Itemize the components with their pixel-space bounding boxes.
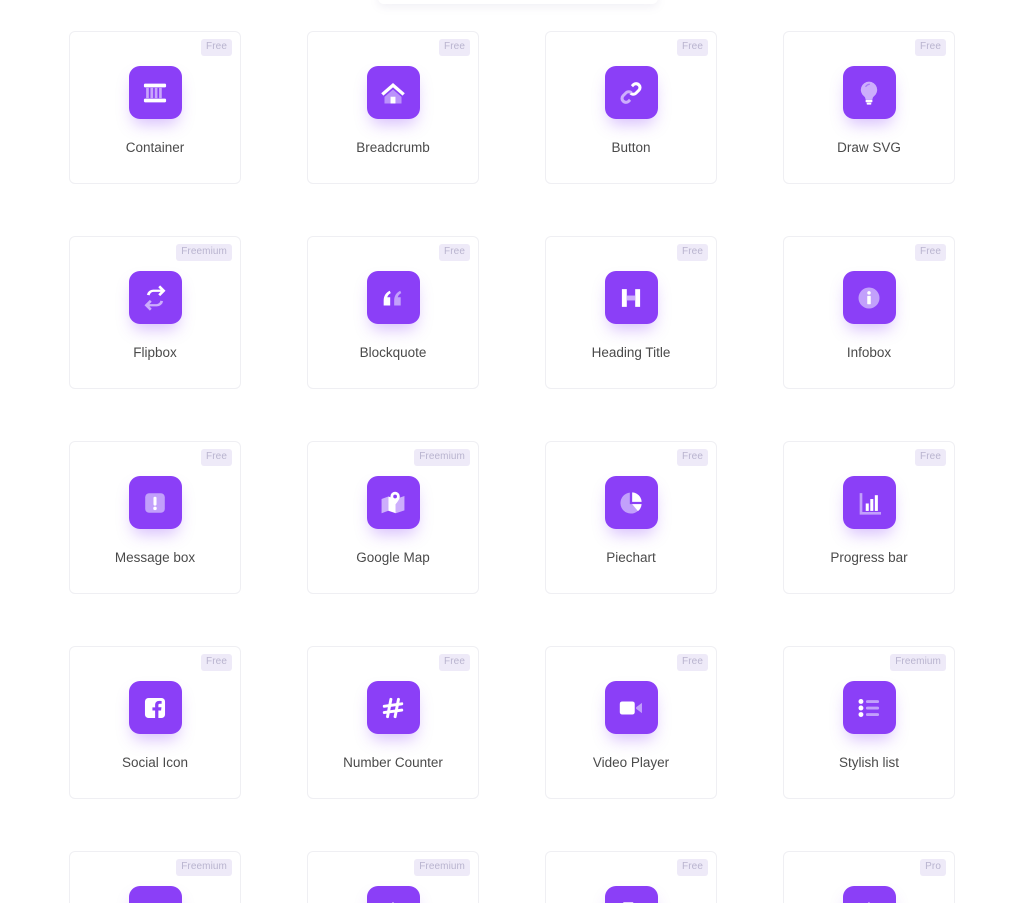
widget-card-row5-4[interactable]: Pro: [783, 851, 955, 903]
widget-card-draw-svg[interactable]: Free Draw SVG: [783, 31, 955, 184]
widget-card-row5-3[interactable]: Free: [545, 851, 717, 903]
status-badge: Freemium: [176, 859, 232, 876]
widget-label: Social Icon: [121, 755, 189, 770]
widget-card-number-counter[interactable]: Free Number Counter: [307, 646, 479, 799]
status-badge: Freemium: [414, 449, 470, 466]
pie-chart-icon: [604, 476, 658, 529]
bullet-list-icon: [842, 681, 896, 734]
widget-label: Message box: [114, 550, 196, 565]
status-badge: Free: [439, 39, 470, 56]
container-icon: [128, 66, 182, 119]
widget-label: Number Counter: [343, 755, 443, 770]
widget-card-breadcrumb[interactable]: Free Breadcrumb: [307, 31, 479, 184]
widget-card-google-map[interactable]: Freemium Google Map: [307, 441, 479, 594]
status-badge: Freemium: [176, 244, 232, 261]
widget-card-flipbox[interactable]: Freemium Flipbox: [69, 236, 241, 389]
widget-label: Breadcrumb: [356, 140, 430, 155]
lightbulb-icon: [842, 66, 896, 119]
widget-label: Blockquote: [359, 345, 427, 360]
map-pin-icon: [366, 476, 420, 529]
widget-label: Draw SVG: [837, 140, 901, 155]
widget-card-blockquote[interactable]: Free Blockquote: [307, 236, 479, 389]
widget-label: Container: [125, 140, 185, 155]
link-chain-icon: [604, 66, 658, 119]
shape-icon: [842, 886, 896, 903]
status-badge: Free: [201, 654, 232, 671]
repeat-arrows-icon: [128, 271, 182, 324]
widget-card-row5-2[interactable]: Freemium: [307, 851, 479, 903]
status-badge: Free: [677, 39, 708, 56]
hashtag-icon: [366, 681, 420, 734]
page-icon: [604, 886, 658, 903]
widget-library-page: Free Container Free Breadcrumb Free Butt…: [0, 0, 1024, 903]
widget-label: Video Player: [592, 755, 670, 770]
status-badge: Pro: [920, 859, 946, 876]
facebook-icon: [128, 681, 182, 734]
widget-card-container[interactable]: Free Container: [69, 31, 241, 184]
status-badge: Free: [439, 244, 470, 261]
widget-label: Stylish list: [838, 755, 899, 770]
status-badge: Free: [915, 244, 946, 261]
widget-label: Progress bar: [830, 550, 908, 565]
status-badge: Free: [201, 449, 232, 466]
top-panel-shadow: [378, 0, 658, 4]
status-badge: Free: [201, 39, 232, 56]
widget-card-social-icon[interactable]: Free Social Icon: [69, 646, 241, 799]
status-badge: Free: [439, 654, 470, 671]
status-badge: Freemium: [890, 654, 946, 671]
widget-label: Button: [611, 140, 651, 155]
table-icon: [128, 886, 182, 903]
exclamation-box-icon: [128, 476, 182, 529]
widget-label: Infobox: [846, 345, 892, 360]
widget-card-row5-1[interactable]: Freemium: [69, 851, 241, 903]
status-badge: Free: [677, 244, 708, 261]
widget-card-message-box[interactable]: Free Message box: [69, 441, 241, 594]
widget-card-video-player[interactable]: Free Video Player: [545, 646, 717, 799]
status-badge: Free: [677, 654, 708, 671]
status-badge: Free: [915, 39, 946, 56]
bar-chart-icon: [842, 476, 896, 529]
widget-label: Heading Title: [591, 345, 671, 360]
drop-icon: [366, 886, 420, 903]
status-badge: Free: [915, 449, 946, 466]
widget-label: Flipbox: [133, 345, 177, 360]
widget-card-stylish-list[interactable]: Freemium Stylish list: [783, 646, 955, 799]
quote-marks-icon: [366, 271, 420, 324]
widget-grid: Free Container Free Breadcrumb Free Butt…: [69, 31, 955, 903]
widget-card-progress-bar[interactable]: Free Progress bar: [783, 441, 955, 594]
widget-card-infobox[interactable]: Free Infobox: [783, 236, 955, 389]
widget-card-piechart[interactable]: Free Piechart: [545, 441, 717, 594]
heading-h-icon: [604, 271, 658, 324]
widget-label: Google Map: [356, 550, 430, 565]
status-badge: Freemium: [414, 859, 470, 876]
widget-card-button[interactable]: Free Button: [545, 31, 717, 184]
status-badge: Free: [677, 859, 708, 876]
status-badge: Free: [677, 449, 708, 466]
info-circle-icon: [842, 271, 896, 324]
widget-label: Piechart: [606, 550, 656, 565]
video-camera-icon: [604, 681, 658, 734]
home-icon: [366, 66, 420, 119]
widget-card-heading-title[interactable]: Free Heading Title: [545, 236, 717, 389]
